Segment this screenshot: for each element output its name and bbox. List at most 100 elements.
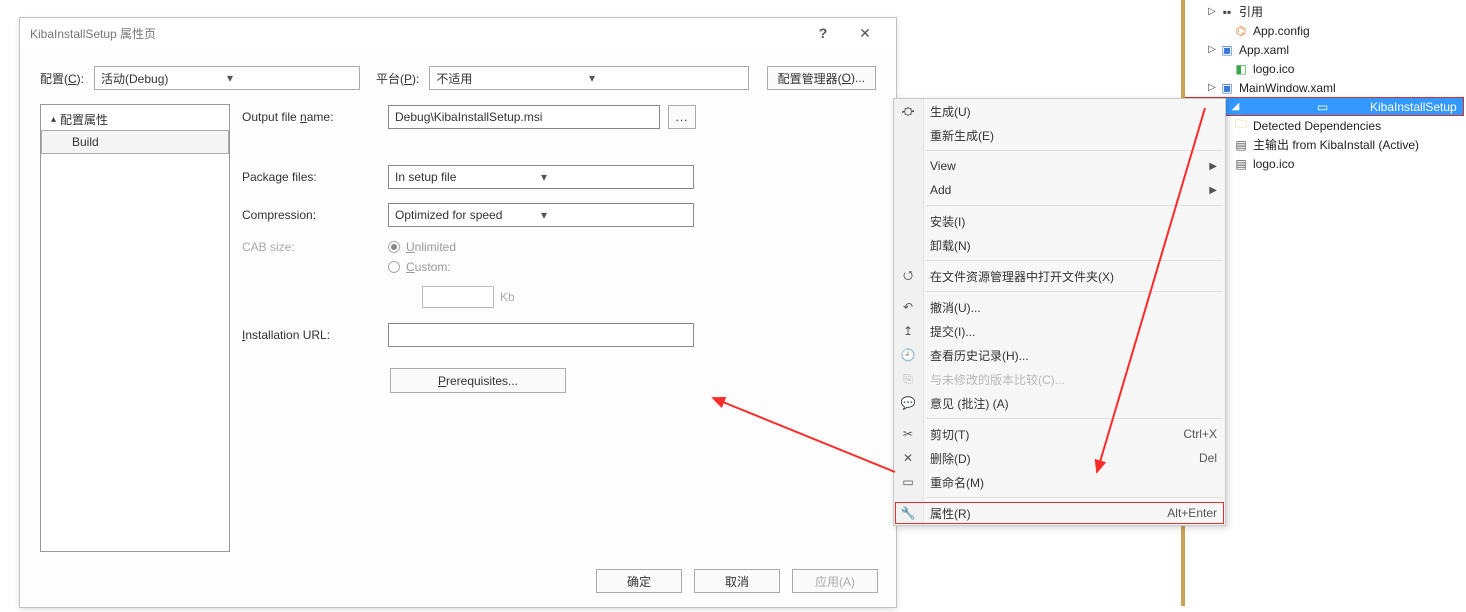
menu-cut[interactable]: ✂ 剪切(T) Ctrl+X [894,422,1225,446]
expander-icon[interactable]: ▷ [1205,82,1219,93]
node-label: 引用 [1239,3,1263,20]
menu-install[interactable]: 安装(I) [894,209,1225,233]
submenu-arrow-icon: ▶ [1209,185,1217,196]
dialog-footer: 确定 取消 应用(A) [596,569,878,593]
submenu-arrow-icon: ▶ [1209,161,1217,172]
tree-label: Build [72,135,220,149]
menu-add[interactable]: Add ▶ [894,178,1225,202]
xaml-file-icon: ▣ [1219,42,1235,58]
menu-history[interactable]: 🕘 查看历史记录(H)... [894,343,1225,367]
output-file-input[interactable]: Debug\KibaInstallSetup.msi [388,105,660,129]
platform-select[interactable]: 不适用 ▾ [429,66,748,90]
menu-build[interactable]: ⛮ 生成(U) [894,99,1225,123]
tree-node-mainwindow[interactable]: ▷ ▣ MainWindow.xaml [1185,78,1464,97]
dialog-title: KibaInstallSetup 属性页 [30,25,156,42]
node-label: Detected Dependencies [1253,119,1381,133]
project-icon: ▭ [1279,99,1366,115]
node-label: KibaInstallSetup [1370,100,1457,114]
platform-value: 不适用 [436,70,589,87]
radio-icon [388,241,400,253]
output-file-label: Output file name: [242,110,388,124]
chevron-down-icon: ▾ [227,71,353,85]
project-context-menu: ⛮ 生成(U) 重新生成(E) View ▶ Add ▶ 安装(I) 卸载(N)… [893,98,1226,526]
tree-label: 配置属性 [60,111,108,128]
reference-icon: ▪▪ [1219,4,1235,20]
node-label: 主输出 from KibaInstall (Active) [1253,136,1419,153]
browse-button[interactable]: ... [668,105,696,129]
ico-file-icon: ◧ [1233,61,1249,77]
compare-icon: ⎘ [900,371,916,387]
config-select[interactable]: 活动(Debug) ▾ [94,66,360,90]
menu-properties[interactable]: 🔧 属性(R) Alt+Enter [894,501,1225,525]
platform-label: 平台(P): [376,70,419,87]
file-icon: ▤ [1233,156,1249,172]
open-folder-icon: ⭯ [900,268,916,284]
node-label: MainWindow.xaml [1239,81,1336,95]
expander-icon[interactable]: ▷ [1205,44,1219,55]
package-files-label: Package files: [242,170,388,184]
property-page-dialog: KibaInstallSetup 属性页 ? ✕ 配置(C): 活动(Debug… [19,17,897,608]
tree-node-kibainstallsetup[interactable]: ◢ ▭ KibaInstallSetup [1185,97,1464,116]
compression-label: Compression: [242,208,388,222]
annotate-icon: 💬 [900,395,916,411]
tree-node-references[interactable]: ▷ ▪▪ 引用 [1185,2,1464,21]
cab-size-input[interactable] [422,286,494,308]
delete-icon: ✕ [900,450,916,466]
installation-url-input[interactable] [388,323,694,347]
dialog-titlebar[interactable]: KibaInstallSetup 属性页 ? ✕ [20,18,896,48]
node-label: App.config [1253,24,1310,38]
tree-node-detected-deps[interactable]: ▷ 🗀 Detected Dependencies [1185,116,1464,135]
menu-rebuild[interactable]: 重新生成(E) [894,123,1225,147]
menu-annotate[interactable]: 💬 意见 (批注) (A) [894,391,1225,415]
radio-icon [388,261,400,273]
rename-icon: ▭ [900,474,916,490]
chevron-down-icon: ▾ [589,71,742,85]
menu-compare: ⎘ 与未修改的版本比较(C)... [894,367,1225,391]
node-label: logo.ico [1253,157,1294,171]
menu-commit[interactable]: ↥ 提交(I)... [894,319,1225,343]
installation-url-label: Installation URL: [242,328,388,342]
tree-config-properties[interactable]: 配置属性 [41,109,229,130]
menu-uninstall[interactable]: 卸载(N) [894,233,1225,257]
compression-select[interactable]: Optimized for speed ▾ [388,203,694,227]
config-label: 配置(C): [40,70,84,87]
cut-icon: ✂ [900,426,916,442]
cs-file-icon: ⌬ [1233,23,1249,39]
tree-node-appxaml[interactable]: ▷ ▣ App.xaml [1185,40,1464,59]
prerequisites-button[interactable]: Prerequisites... [390,368,566,393]
node-label: App.xaml [1239,43,1289,57]
config-manager-button[interactable]: 配置管理器(O)... [767,66,876,90]
expander-icon[interactable]: ▷ [1205,6,1219,17]
property-tree[interactable]: 配置属性 Build [40,104,230,552]
output-icon: ▤ [1233,137,1249,153]
config-value: 活动(Debug) [101,70,227,87]
ok-button[interactable]: 确定 [596,569,682,593]
folder-icon: 🗀 [1233,118,1249,134]
tree-node-appconfig[interactable]: ▷ ⌬ App.config [1185,21,1464,40]
package-files-select[interactable]: In setup file ▾ [388,165,694,189]
xaml-file-icon: ▣ [1219,80,1235,96]
menu-open-folder[interactable]: ⭯ 在文件资源管理器中打开文件夹(X) [894,264,1225,288]
node-label: logo.ico [1253,62,1294,76]
tree-node-primary-output[interactable]: ▷ ▤ 主输出 from KibaInstall (Active) [1185,135,1464,154]
apply-button[interactable]: 应用(A) [792,569,878,593]
property-form: Output file name: Debug\KibaInstallSetup… [238,104,876,552]
tree-node-logoico[interactable]: ▷ ◧ logo.ico [1185,59,1464,78]
commit-icon: ↥ [900,323,916,339]
tree-node-logoico2[interactable]: ▷ ▤ logo.ico [1185,154,1464,173]
cancel-button[interactable]: 取消 [694,569,780,593]
radio-unlimited[interactable]: Unlimited [388,240,456,254]
help-button[interactable]: ? [802,18,844,48]
tree-build[interactable]: Build [41,130,229,154]
menu-rename[interactable]: ▭ 重命名(M) [894,470,1225,494]
history-icon: 🕘 [900,347,916,363]
radio-custom[interactable]: Custom: [388,260,456,274]
kb-unit-label: Kb [500,290,515,304]
close-button[interactable]: ✕ [844,18,886,48]
menu-view[interactable]: View ▶ [894,154,1225,178]
menu-undo[interactable]: ↶ 撤消(U)... [894,295,1225,319]
wrench-icon: 🔧 [900,505,916,521]
menu-delete[interactable]: ✕ 删除(D) Del [894,446,1225,470]
chevron-down-icon: ▾ [541,208,687,222]
cab-size-label: CAB size: [242,240,388,254]
